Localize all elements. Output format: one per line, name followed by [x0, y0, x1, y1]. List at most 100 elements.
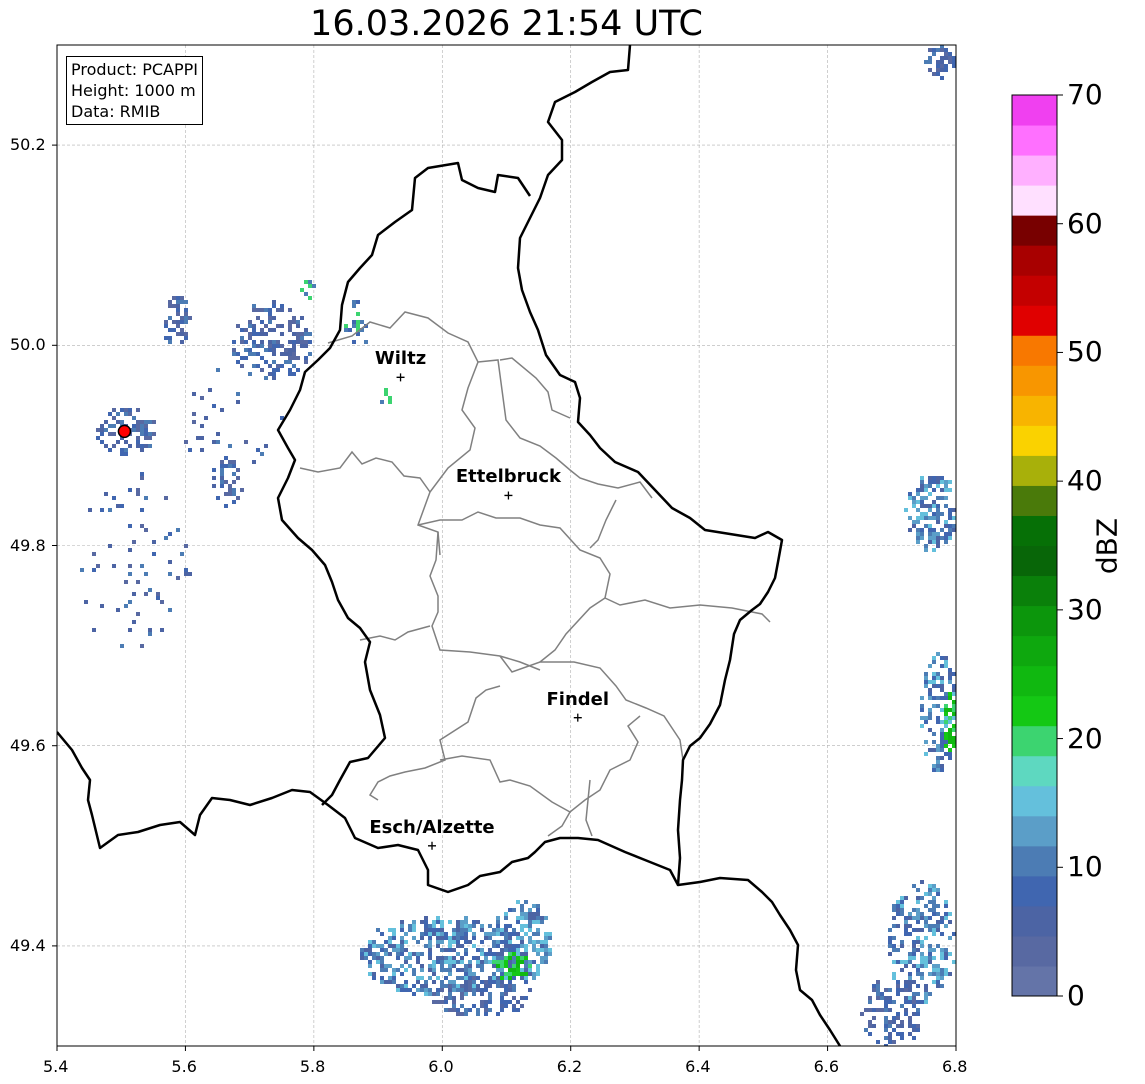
precip-cell — [444, 948, 448, 952]
precip-cell — [424, 992, 428, 996]
precip-cell — [144, 436, 148, 440]
precip-cell — [932, 48, 936, 52]
precip-cell — [936, 976, 940, 980]
precip-cell — [912, 1000, 916, 1004]
precip-cell — [948, 676, 952, 680]
precip-cell — [516, 960, 520, 964]
precip-cell — [916, 912, 920, 916]
precip-cell — [928, 908, 932, 912]
precip-cell — [520, 908, 524, 912]
precip-cell — [448, 920, 452, 924]
precip-cell — [504, 944, 508, 948]
precip-cell — [944, 956, 948, 960]
precip-cell — [472, 936, 476, 940]
precip-cell — [924, 1000, 928, 1004]
precip-cell — [264, 308, 268, 312]
precip-cell — [912, 916, 916, 920]
precip-cell — [956, 696, 960, 700]
precip-cell — [936, 484, 940, 488]
precip-cell — [940, 956, 944, 960]
precip-cell — [940, 480, 944, 484]
precip-cell — [400, 964, 404, 968]
precip-cell — [488, 924, 492, 928]
precip-cell — [152, 540, 156, 544]
precip-cell — [452, 948, 456, 952]
precip-cell — [924, 956, 928, 960]
precip-cell — [932, 500, 936, 504]
precip-cell — [912, 956, 916, 960]
precip-cell — [500, 992, 504, 996]
precip-cell — [468, 972, 472, 976]
precip-cell — [928, 68, 932, 72]
precip-cell — [460, 932, 464, 936]
precip-cell — [136, 492, 140, 496]
precip-cell — [112, 432, 116, 436]
precip-cell — [928, 476, 932, 480]
precip-cell — [440, 940, 444, 944]
precip-cell — [416, 940, 420, 944]
precip-cell — [404, 940, 408, 944]
precip-cell — [172, 320, 176, 324]
precip-cell — [928, 952, 932, 956]
precip-cell — [532, 932, 536, 936]
precip-cell — [460, 960, 464, 964]
precip-cell — [920, 496, 924, 500]
precip-cell — [932, 908, 936, 912]
precip-cell — [416, 960, 420, 964]
precip-cell — [884, 1028, 888, 1032]
precip-cell — [168, 316, 172, 320]
precip-cell — [884, 1008, 888, 1012]
precip-cell — [948, 52, 952, 56]
precip-cell — [460, 976, 464, 980]
precip-cell — [276, 344, 280, 348]
colorbar-segment — [1012, 185, 1057, 216]
precip-cell — [536, 928, 540, 932]
precip-cell — [212, 440, 216, 444]
precip-cell — [220, 484, 224, 488]
precip-cell — [480, 988, 484, 992]
precip-cell — [292, 320, 296, 324]
precip-cell — [920, 512, 924, 516]
precip-cell — [440, 924, 444, 928]
precip-cell — [444, 984, 448, 988]
precip-cell — [484, 932, 488, 936]
precip-cell — [344, 324, 348, 328]
colorbar-segment — [1012, 395, 1057, 426]
precip-cell — [296, 332, 300, 336]
precip-cell — [944, 904, 948, 908]
precip-cell — [424, 988, 428, 992]
precip-cell — [952, 708, 956, 712]
precip-cell — [940, 916, 944, 920]
precip-cell — [504, 972, 508, 976]
precip-cell — [928, 884, 932, 888]
height-label: Height: 1000 m — [71, 81, 196, 100]
precip-cell — [92, 552, 96, 556]
precip-cell — [148, 444, 152, 448]
precip-cell — [140, 476, 144, 480]
precip-cell — [140, 508, 144, 512]
precip-cell — [892, 904, 896, 908]
precip-cell — [928, 524, 932, 528]
precip-cell — [936, 892, 940, 896]
precip-cell — [920, 696, 924, 700]
precip-cell — [952, 716, 956, 720]
precip-cell — [200, 448, 204, 452]
precip-cell — [112, 424, 116, 428]
precip-cell — [376, 952, 380, 956]
precip-cell — [900, 944, 904, 948]
precip-cell — [500, 976, 504, 980]
precip-cell — [916, 492, 920, 496]
precip-cell — [944, 900, 948, 904]
y-tick-label: 50.0 — [10, 335, 46, 355]
precip-cell — [236, 324, 240, 328]
precip-cell — [232, 480, 236, 484]
precip-cell — [504, 1000, 508, 1004]
precip-cell — [924, 548, 928, 552]
precip-cell — [184, 544, 188, 548]
precip-cell — [912, 1012, 916, 1016]
precip-cell — [924, 680, 928, 684]
precip-cell — [452, 940, 456, 944]
precip-cell — [916, 1008, 920, 1012]
precip-cell — [892, 924, 896, 928]
precip-cell — [412, 984, 416, 988]
